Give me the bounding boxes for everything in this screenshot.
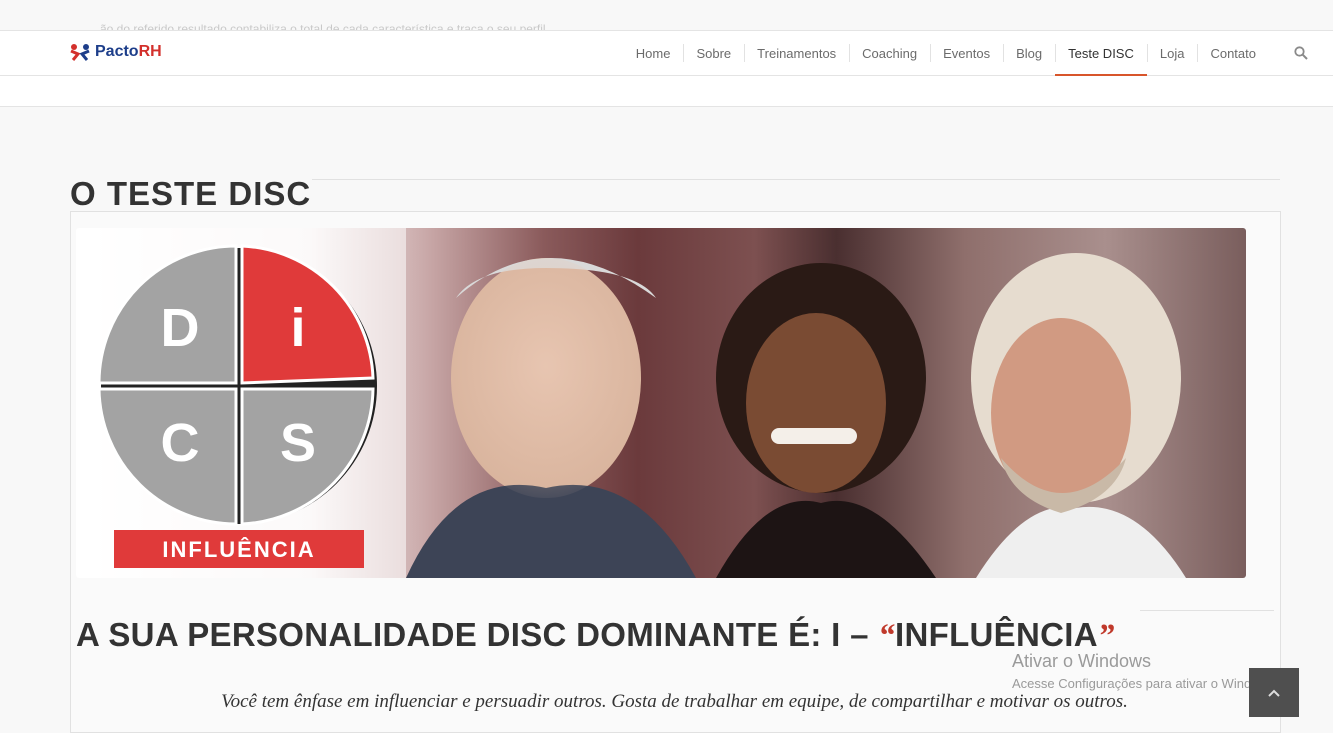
logo-name-part2: RH [138,43,162,60]
nav-item-sobre[interactable]: Sobre [683,31,744,75]
page-title-prefix: O [70,175,97,213]
page-title-bold: TESTE DISC [106,175,312,213]
quadrant-c: C [161,413,200,473]
open-quote: “ [878,618,896,655]
nav-item-blog[interactable]: Blog [1003,31,1055,75]
nav-item-teste-disc[interactable]: Teste DISC [1055,31,1147,76]
nav-item-loja[interactable]: Loja [1146,31,1198,75]
person-silhouette-2 [716,263,936,578]
heading-divider [1140,610,1274,611]
watermark-line1: Ativar o Windows [1012,651,1152,671]
logo-text: PactoRH [95,43,162,61]
person-silhouette-1 [406,258,696,578]
main-nav: Home Sobre Treinamentos Coaching Eventos… [623,31,1308,76]
top-bar: ...ão do referido resultado contabiliza … [0,0,1333,31]
logo[interactable]: PactoRH [69,40,162,64]
scroll-to-top-button[interactable] [1249,668,1299,717]
watermark-line2: Acesse Configurações para ativar o Windo… [1012,676,1278,691]
search-icon [1294,46,1308,60]
nav-item-label: Sobre [696,45,732,61]
search-button[interactable] [1279,31,1323,75]
nav-item-label: Eventos [943,45,991,61]
result-heading: A SUA PERSONALIDADE DISC DOMINANTE É: I … [76,616,1115,655]
page-title: O TESTE DISC [70,175,311,213]
windows-activation-watermark: Ativar o Windows Acesse Configurações pa… [1012,651,1278,691]
banner-graphic: D i C S INFLUÊNCIA [76,228,1186,578]
nav-item-treinamentos[interactable]: Treinamentos [744,31,849,75]
result-heading-bold: INFLUÊNCIA [895,616,1098,654]
disc-banner-image: D i C S INFLUÊNCIA [76,228,1246,578]
influence-label-text: INFLUÊNCIA [162,537,315,562]
nav-item-label: Home [635,45,671,61]
nav-item-label: Teste DISC [1068,45,1134,61]
quadrant-s: S [280,413,316,473]
disc-quadrant-circle: D i C S [97,244,377,526]
logo-icon [70,44,90,61]
influence-label: INFLUÊNCIA [114,530,364,568]
nav-item-coaching[interactable]: Coaching [849,31,930,75]
site-header: PactoRH Home Sobre Treinamentos Coaching… [0,31,1333,76]
result-heading-prefix: A SUA PERSONALIDADE DISC DOMINANTE É: I … [76,616,869,654]
person-silhouette-3 [971,253,1186,578]
nav-item-label: Treinamentos [757,45,837,61]
nav-item-eventos[interactable]: Eventos [930,31,1003,75]
logo-name-part1: Pacto [95,43,139,60]
chevron-up-icon [1268,689,1280,697]
title-divider [312,179,1280,180]
nav-item-label: Coaching [862,45,918,61]
nav-item-contato[interactable]: Contato [1197,31,1269,75]
quadrant-i: i [290,298,305,358]
nav-item-label: Loja [1159,45,1185,61]
result-description: Você tem ênfase em influenciar e persuad… [221,691,1128,712]
close-quote: ” [1097,618,1115,655]
quadrant-d: D [161,298,200,358]
nav-item-label: Blog [1016,45,1043,61]
nav-item-home[interactable]: Home [623,31,684,75]
ghost-text: ...ão do referido resultado contabiliza … [90,22,549,31]
sub-bar [0,76,1333,107]
nav-item-label: Contato [1210,45,1256,61]
